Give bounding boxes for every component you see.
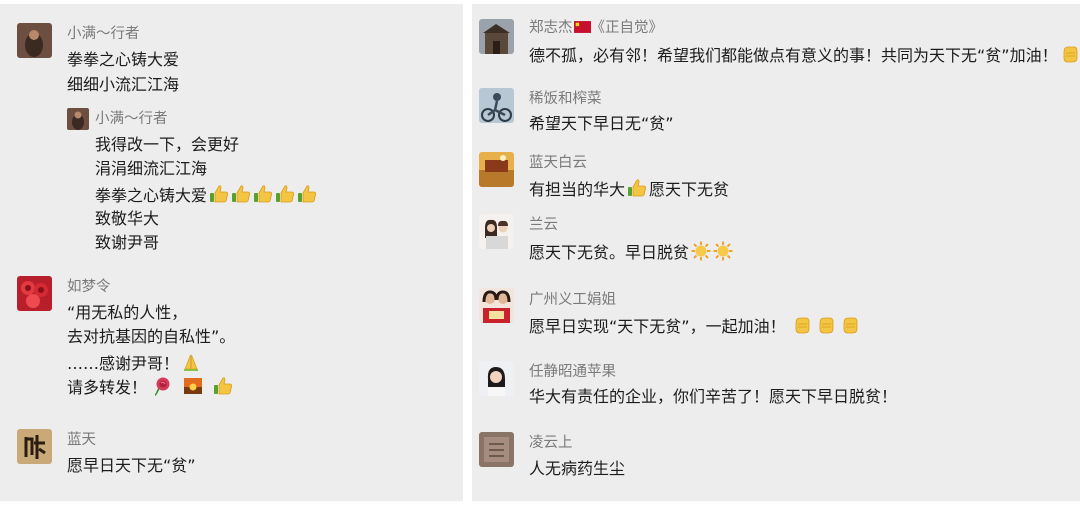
comment-text: 愿早日实现“天下无贫”，一起加油！ (529, 317, 786, 336)
comment-author[interactable]: 广州义工娟姐 (529, 291, 616, 309)
comment-author[interactable]: 稀饭和榨菜 (529, 90, 602, 108)
pray-icon (181, 352, 201, 377)
comment-text: 细细小流汇江海 (67, 75, 180, 94)
comment-text: ……感谢尹哥！ (67, 354, 180, 373)
comment-text-with-emoji: 请多转发！ (67, 376, 233, 401)
thumbs-up-icon (275, 184, 295, 209)
avatar[interactable] (17, 429, 52, 464)
avatar[interactable] (479, 432, 514, 467)
reply-text: 涓涓细流汇江海 (95, 159, 208, 178)
comment-author[interactable]: 任静昭通苹果 (529, 363, 616, 381)
sunset-icon (183, 376, 203, 401)
comment-text: 华大有责任的企业，你们辛苦了！愿天下早日脱贫！ (529, 387, 898, 406)
avatar[interactable] (17, 276, 52, 311)
comment-text-with-emoji: 愿早日实现“天下无贫”，一起加油！ (529, 315, 860, 340)
comment-text-with-emoji: ……感谢尹哥！ (67, 352, 201, 377)
thumbs-up-icon (209, 184, 229, 209)
left-comment-panel: 小满～行者 拳拳之心铸大爱 细细小流汇江海 小满～行者 我得改一下，会更好 涓涓… (0, 4, 463, 501)
reply-author[interactable]: 小满～行者 (95, 110, 168, 128)
thumbs-up-icon (253, 184, 273, 209)
comment-text: 愿天下无贫 (649, 180, 730, 199)
comment-text: 人无病药生尘 (529, 459, 626, 478)
rose-icon (153, 376, 173, 401)
thumbs-up-icon (231, 184, 251, 209)
reply-avatar[interactable] (67, 108, 89, 130)
sun-icon (691, 241, 711, 266)
comment-text-with-emoji: 愿天下无贫。早日脱贫 (529, 241, 733, 266)
fist-icon (1060, 44, 1080, 69)
comment-text: 请多转发！ (67, 378, 148, 397)
reply-text: 我得改一下，会更好 (95, 135, 240, 154)
avatar[interactable] (479, 214, 514, 249)
avatar[interactable] (479, 88, 514, 123)
comment-text: 愿早日天下无“贫” (67, 456, 196, 475)
comment-author[interactable]: 如梦令 (67, 278, 111, 296)
reply-text: 致谢尹哥 (95, 233, 160, 252)
author-name: 郑志杰 (529, 20, 573, 36)
comment-author[interactable]: 郑志杰 《正自觉》 (529, 19, 663, 38)
thumbs-up-icon (627, 178, 647, 203)
comment-text: 愿天下无贫。早日脱贫 (529, 243, 690, 262)
comment-text: 拳拳之心铸大爱 (67, 50, 180, 69)
comment-text-with-emoji: 有担当的华大 愿天下无贫 (529, 178, 729, 203)
right-comment-panel: 郑志杰 《正自觉》 德不孤，必有邻！希望我们都能做点有意义的事！共同为天下无“贫”… (472, 4, 1080, 501)
avatar[interactable] (479, 288, 514, 323)
comment-text: 希望天下早日无“贫” (529, 114, 674, 133)
thumbs-up-icon (213, 376, 233, 401)
fist-icon (816, 315, 836, 340)
avatar[interactable] (479, 361, 514, 396)
comment-author[interactable]: 凌云上 (529, 434, 573, 452)
comment-author[interactable]: 兰云 (529, 216, 558, 234)
comment-author[interactable]: 蓝天 (67, 431, 96, 449)
comment-text: 德不孤，必有邻！希望我们都能做点有意义的事！共同为天下无“贫”加油！ (529, 46, 1058, 65)
flag-icon (574, 20, 591, 38)
avatar[interactable] (17, 23, 52, 58)
comment-text: 有担当的华大 (529, 180, 626, 199)
reply-text-with-emoji: 拳拳之心铸大爱 (95, 184, 317, 209)
avatar[interactable] (479, 152, 514, 187)
fist-icon (792, 315, 812, 340)
comment-text: “用无私的人性， (67, 303, 188, 322)
comment-text-with-emoji: 德不孤，必有邻！希望我们都能做点有意义的事！共同为天下无“贫”加油！ (529, 44, 1080, 69)
author-suffix: 《正自觉》 (590, 20, 664, 36)
avatar[interactable] (479, 19, 514, 54)
sun-icon (713, 241, 733, 266)
thumbs-up-icon (297, 184, 317, 209)
comment-author[interactable]: 蓝天白云 (529, 154, 587, 172)
comment-text: 去对抗基因的自私性”。 (67, 327, 236, 346)
comment-author[interactable]: 小满～行者 (67, 25, 140, 43)
fist-icon (840, 315, 860, 340)
reply-text: 拳拳之心铸大爱 (95, 186, 208, 205)
reply-text: 致敬华大 (95, 209, 160, 228)
